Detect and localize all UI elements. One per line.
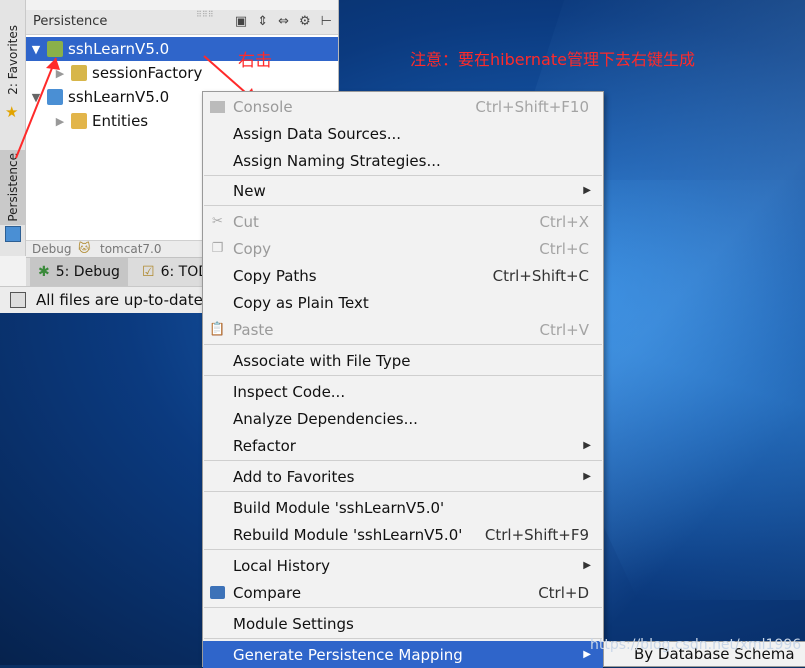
- submenu-arrow-icon: ▶: [583, 185, 591, 196]
- menu-item-shortcut: Ctrl+X: [539, 212, 589, 231]
- menu-item-label: Associate with File Type: [233, 351, 411, 370]
- menu-item-label: Compare: [233, 583, 302, 602]
- menu-item-cut[interactable]: ✂ Cut Ctrl+X: [203, 208, 603, 235]
- menu-item-copy-paths[interactable]: Copy Paths Ctrl+Shift+C: [203, 262, 603, 289]
- menu-item-label: Refactor: [233, 436, 296, 455]
- menu-item-local-history[interactable]: Local History ▶: [203, 552, 603, 579]
- menu-item-label: Console: [233, 97, 293, 116]
- menu-item-compare[interactable]: Compare Ctrl+D: [203, 579, 603, 606]
- menu-separator: [204, 344, 602, 345]
- menu-item-label: Copy: [233, 239, 272, 258]
- menu-separator: [204, 460, 602, 461]
- menu-separator: [204, 607, 602, 608]
- menu-item-module-settings[interactable]: Module Settings: [203, 610, 603, 637]
- menu-item-rebuild-module[interactable]: Rebuild Module 'sshLearnV5.0' Ctrl+Shift…: [203, 521, 603, 548]
- menu-item-label: Copy Paths: [233, 266, 317, 285]
- scissors-icon: ✂: [212, 214, 223, 229]
- submenu-arrow-icon: ▶: [583, 471, 591, 482]
- console-icon: [209, 98, 226, 115]
- compare-icon: [209, 584, 226, 601]
- menu-item-shortcut: Ctrl+V: [539, 320, 589, 339]
- menu-item-copy[interactable]: ❐ Copy Ctrl+C: [203, 235, 603, 262]
- menu-item-shortcut: Ctrl+Shift+F9: [484, 525, 589, 544]
- menu-item-label: Paste: [233, 320, 274, 339]
- menu-separator: [204, 638, 602, 639]
- menu-item-label: Assign Data Sources...: [233, 124, 402, 143]
- menu-item-refactor[interactable]: Refactor ▶: [203, 432, 603, 459]
- menu-item-shortcut: Ctrl+Shift+C: [492, 266, 589, 285]
- menu-item-copy-as-plain-text[interactable]: Copy as Plain Text: [203, 289, 603, 316]
- menu-item-label: Assign Naming Strategies...: [233, 151, 441, 170]
- menu-item-label: Build Module 'sshLearnV5.0': [233, 498, 445, 517]
- menu-separator: [204, 549, 602, 550]
- menu-item-shortcut: Ctrl+C: [539, 239, 589, 258]
- paste-icon: 📋: [209, 322, 226, 337]
- menu-item-label: Local History: [233, 556, 331, 575]
- menu-item-inspect-code[interactable]: Inspect Code...: [203, 378, 603, 405]
- annotation-arrow-to-node: [15, 57, 57, 159]
- menu-item-analyze-dependencies[interactable]: Analyze Dependencies...: [203, 405, 603, 432]
- menu-item-assign-naming-strategies[interactable]: Assign Naming Strategies...: [203, 147, 603, 174]
- submenu-arrow-icon: ▶: [583, 440, 591, 451]
- copy-icon: ❐: [211, 241, 224, 256]
- menu-item-label: New: [233, 181, 266, 200]
- menu-item-label: Cut: [233, 212, 259, 231]
- annotation-arrowhead: [46, 58, 60, 70]
- menu-item-paste[interactable]: 📋 Paste Ctrl+V: [203, 316, 603, 343]
- menu-item-build-module[interactable]: Build Module 'sshLearnV5.0': [203, 494, 603, 521]
- menu-item-label: Copy as Plain Text: [233, 293, 369, 312]
- menu-item-add-to-favorites[interactable]: Add to Favorites ▶: [203, 463, 603, 490]
- menu-item-shortcut: Ctrl+D: [538, 583, 589, 602]
- menu-item-assign-data-sources[interactable]: Assign Data Sources...: [203, 120, 603, 147]
- menu-separator: [204, 175, 602, 176]
- menu-separator: [204, 375, 602, 376]
- menu-item-new[interactable]: New ▶: [203, 177, 603, 204]
- menu-item-label: Inspect Code...: [233, 382, 346, 401]
- menu-item-label: Module Settings: [233, 614, 354, 633]
- menu-item-generate-persistence-mapping[interactable]: Generate Persistence Mapping ▶: [203, 641, 603, 668]
- watermark: https://blog.csdn.net/xml1996: [590, 637, 802, 653]
- context-menu: Console Ctrl+Shift+F10 Assign Data Sourc…: [202, 91, 604, 668]
- menu-item-shortcut: Ctrl+Shift+F10: [475, 97, 589, 116]
- menu-item-label: Analyze Dependencies...: [233, 409, 418, 428]
- menu-separator: [204, 491, 602, 492]
- menu-item-label: Rebuild Module 'sshLearnV5.0': [233, 525, 463, 544]
- submenu-arrow-icon: ▶: [583, 560, 591, 571]
- menu-item-console[interactable]: Console Ctrl+Shift+F10: [203, 93, 603, 120]
- menu-item-associate-file-type[interactable]: Associate with File Type: [203, 347, 603, 374]
- menu-separator: [204, 205, 602, 206]
- menu-item-label: Generate Persistence Mapping: [233, 645, 463, 664]
- menu-item-label: Add to Favorites: [233, 467, 355, 486]
